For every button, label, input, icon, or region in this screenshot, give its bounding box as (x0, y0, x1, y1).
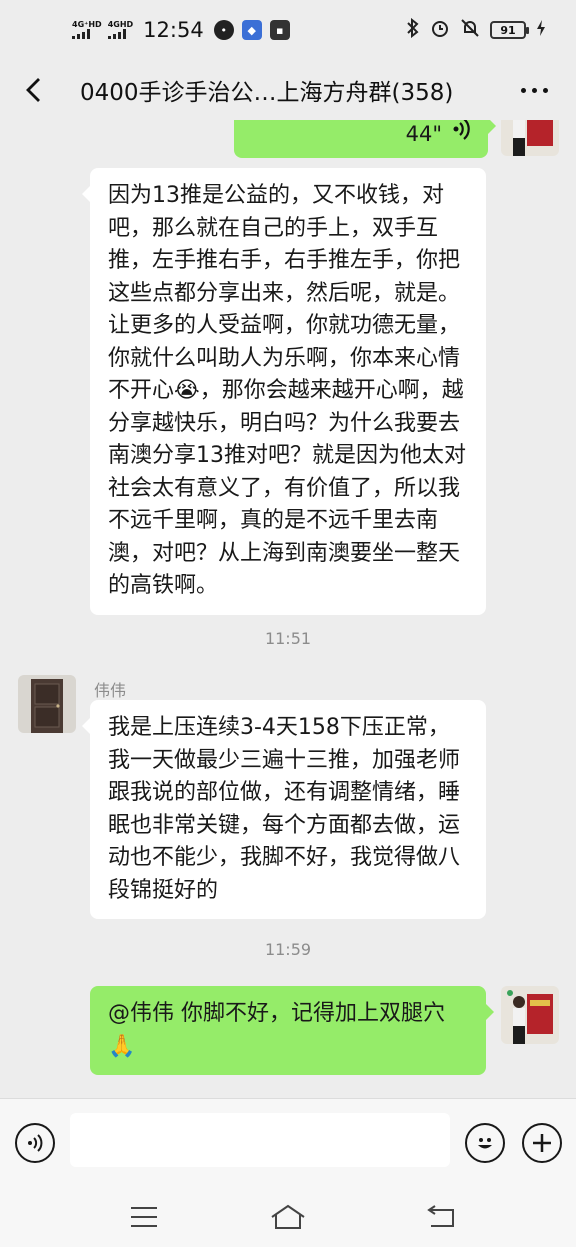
message-text: 因为13推是公益的，又不收钱，对吧，那么就在自己的手上，双手互推，左手推右手，右… (108, 183, 466, 598)
signal-bars-icon (72, 29, 90, 39)
chat-notification-icon: • (213, 20, 234, 40)
charging-icon (536, 19, 546, 42)
voice-toggle-icon[interactable] (15, 1123, 55, 1163)
menu-icon[interactable] (124, 1200, 164, 1234)
outgoing-message-bubble[interactable]: @伟伟 你脚不好，记得加上双腿穴🙏 (90, 986, 494, 1075)
message-text: 我是上压连续3-4天158下压正常，我一天做最少三遍十三推，加强老师跟我说的部位… (108, 715, 461, 903)
timestamp: 11:51 (264, 629, 312, 648)
message-input[interactable] (70, 1113, 450, 1167)
signal-label-1: 4G⁺HD (72, 20, 102, 29)
home-icon[interactable] (268, 1200, 308, 1234)
sender-name: 伟伟 (94, 681, 127, 700)
status-time: 12:54 (143, 18, 204, 42)
signal-label-2: 4GHD (107, 20, 134, 29)
voice-duration: 44" (405, 122, 442, 146)
notification-icons: • ◆ ▪ (213, 20, 290, 40)
navigation-bar (0, 1186, 576, 1247)
battery-indicator: 91 (490, 21, 529, 39)
signal-bars-icon (107, 29, 126, 39)
bluetooth-icon (406, 17, 420, 43)
back-arrow-icon[interactable] (14, 70, 54, 110)
alarm-icon (430, 18, 450, 43)
emoji-icon[interactable] (465, 1123, 505, 1163)
title-bar: 0400手诊手治公…上海方舟群(358) (0, 60, 576, 120)
incoming-message-bubble[interactable]: 因为13推是公益的，又不收钱，对吧，那么就在自己的手上，双手互推，左手推右手，右… (82, 168, 486, 615)
voice-message-bubble[interactable]: 44" (234, 120, 496, 158)
self-avatar[interactable] (501, 986, 559, 1044)
chat-area[interactable]: 44" 因为13推是公益的，又不收钱，对吧，那么就在自己的手上，双手互推，左手推… (0, 120, 576, 1098)
timestamp: 11:59 (264, 940, 312, 959)
back-icon[interactable] (420, 1200, 460, 1234)
voice-wave-icon (452, 120, 472, 152)
gallery-notification-icon: ▪ (269, 20, 290, 40)
message-text: @伟伟 你脚不好，记得加上双腿穴🙏 (108, 1001, 445, 1059)
input-bar (0, 1098, 576, 1186)
more-dots-icon[interactable] (514, 72, 554, 108)
app-notification-icon: ◆ (241, 20, 262, 40)
incoming-message-bubble[interactable]: 我是上压连续3-4天158下压正常，我一天做最少三遍十三推，加强老师跟我说的部位… (82, 700, 486, 919)
chat-title: 0400手诊手治公…上海方舟群(358) (80, 80, 454, 106)
status-bar: 4G⁺HD 4GHD 12:54 • ◆ ▪ 91 (0, 0, 576, 60)
signal-indicator-2: 4GHD (107, 20, 134, 39)
status-right: 91 (406, 17, 546, 43)
sender-avatar[interactable] (18, 675, 76, 733)
mute-icon (460, 18, 480, 43)
self-avatar[interactable] (501, 120, 559, 156)
signal-indicator-1: 4G⁺HD (72, 21, 102, 39)
plus-icon[interactable] (522, 1123, 562, 1163)
